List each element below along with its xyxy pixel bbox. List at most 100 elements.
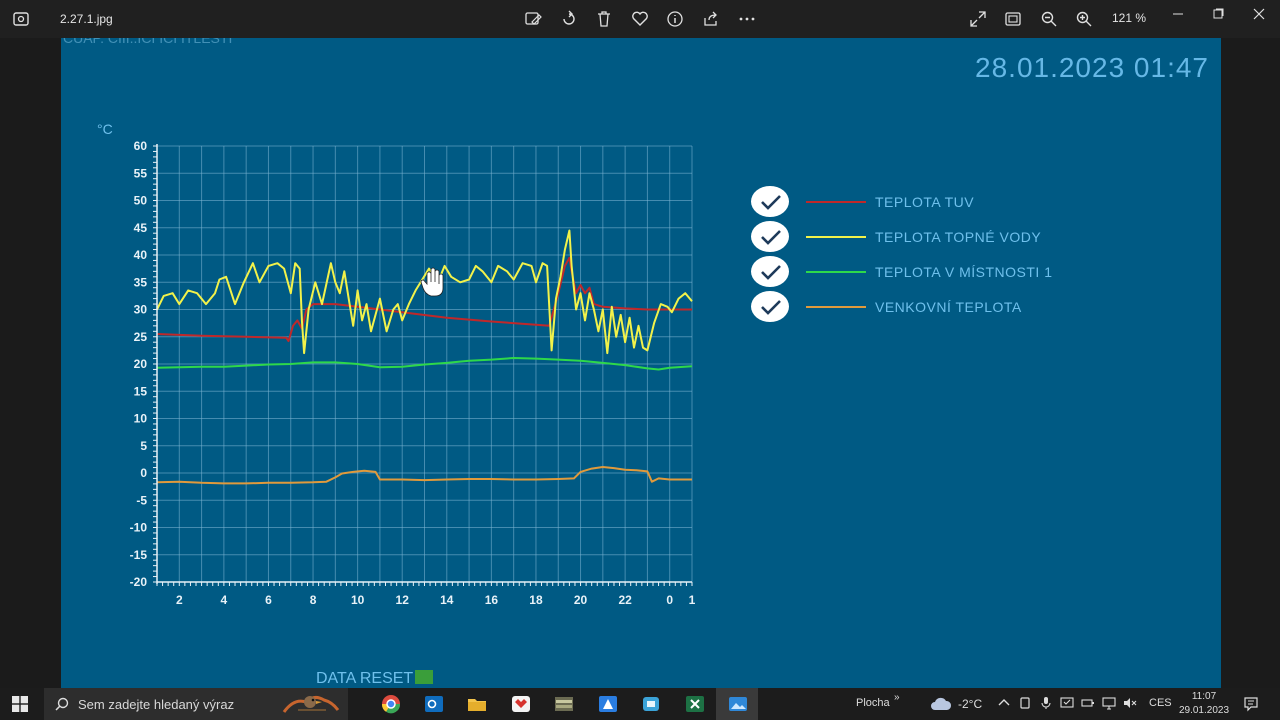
zoom-in-icon[interactable]: [1074, 9, 1094, 29]
chevron-right-icon[interactable]: »: [894, 692, 900, 703]
cloud-weather-icon[interactable]: [930, 696, 952, 712]
data-reset-label: DATA RESET: [316, 670, 414, 687]
checkmark-icon[interactable]: [751, 186, 789, 217]
app-cyan-icon[interactable]: [640, 694, 662, 714]
y-tick-label: 0: [140, 466, 147, 480]
taskbar: Sem zadejte hledaný výraz Plocha » -2°C: [0, 688, 1280, 720]
x-tick-label: 22: [618, 593, 632, 607]
edit-image-icon[interactable]: [523, 9, 543, 29]
title-bar: 2.27.1.jpg 121 %: [0, 0, 1280, 38]
photos-app-icon[interactable]: [12, 10, 30, 28]
legend-swatch: [806, 271, 866, 273]
microphone-icon[interactable]: [1039, 696, 1053, 710]
legend-item-mistnost-1[interactable]: TEPLOTA V MÍSTNOSTI 1: [751, 254, 1151, 289]
ethernet-icon[interactable]: [1102, 696, 1116, 710]
x-tick-label: 18: [529, 593, 543, 607]
data-reset-button[interactable]: DATA RESET: [316, 670, 434, 688]
x-tick-label: 12: [396, 593, 410, 607]
checkmark-icon[interactable]: [751, 291, 789, 322]
speaker-muted-icon[interactable]: [1123, 696, 1137, 710]
y-tick-label: 50: [134, 194, 148, 208]
clock-date: 29.01.2023: [1178, 705, 1230, 716]
x-tick-label: 10: [351, 593, 365, 607]
x-tick-label: 6: [265, 593, 272, 607]
desktop-toolbar-label[interactable]: Plocha: [856, 697, 890, 709]
search-icon: [55, 697, 69, 711]
more-options-icon[interactable]: [737, 9, 757, 29]
rotate-icon[interactable]: [559, 9, 579, 29]
delete-icon[interactable]: [594, 9, 614, 29]
minimize-icon[interactable]: [1168, 6, 1188, 26]
outlook-icon[interactable]: [423, 694, 445, 714]
y-tick-label: 55: [134, 166, 148, 180]
legend-item-venkovni[interactable]: VENKOVNÍ TEPLOTA: [751, 289, 1151, 324]
chart-legend: TEPLOTA TUV TEPLOTA TOPNÉ VODY TEPLOTA V…: [751, 184, 1151, 324]
weather-temperature[interactable]: -2°C: [958, 697, 982, 711]
legend-item-tuv[interactable]: TEPLOTA TUV: [751, 184, 1151, 219]
y-tick-label: -5: [136, 493, 147, 507]
y-tick-label: 30: [134, 303, 148, 317]
y-tick-label: -10: [130, 521, 148, 535]
y-tick-label: 15: [134, 384, 148, 398]
y-tick-label: 25: [134, 330, 148, 344]
temperature-chart: 605550454035302520151050-5-10-15-202 4 6 8 1…: [97, 121, 696, 607]
y-tick-label: 35: [134, 275, 148, 289]
x-tick-label: 2: [176, 593, 183, 607]
legend-swatch: [806, 306, 866, 308]
zoom-level[interactable]: 121 %: [1112, 11, 1146, 25]
legend-label: VENKOVNÍ TEPLOTA: [875, 299, 1022, 315]
x-tick-label: 8: [310, 593, 317, 607]
fullscreen-icon[interactable]: [968, 9, 988, 29]
notifications-icon[interactable]: [1243, 696, 1259, 712]
y-tick-label: 40: [134, 248, 148, 262]
device-icon[interactable]: [1018, 696, 1032, 710]
battery-icon[interactable]: [1081, 696, 1095, 710]
displayed-photo: CUAP. CIII..ICI ICI ITLESTI 28.01.2023 0…: [61, 38, 1221, 688]
app-blue-icon[interactable]: [597, 694, 619, 714]
chevron-up-icon[interactable]: [997, 696, 1011, 710]
y-tick-label: 5: [140, 439, 147, 453]
file-name: 2.27.1.jpg: [60, 12, 113, 26]
legend-swatch: [806, 201, 866, 203]
checkmark-icon[interactable]: [751, 256, 789, 287]
chrome-icon[interactable]: [380, 694, 402, 714]
x-tick-label: 14: [440, 593, 454, 607]
x-tick-label: 4: [221, 593, 228, 607]
fit-to-window-icon[interactable]: [1003, 9, 1023, 29]
app-red-icon[interactable]: [510, 694, 532, 714]
windows-start-icon[interactable]: [12, 696, 28, 712]
network-status-icon[interactable]: [1060, 696, 1074, 710]
y-tick-label: 45: [134, 221, 148, 235]
y-tick-label: 10: [134, 412, 148, 426]
y-tick-label: -15: [130, 548, 148, 562]
legend-label: TEPLOTA V MÍSTNOSTI 1: [875, 264, 1053, 280]
input-language[interactable]: CES: [1149, 697, 1172, 709]
clock-time: 11:07: [1191, 691, 1217, 702]
app-window-icon[interactable]: [553, 694, 575, 714]
share-icon[interactable]: [701, 9, 721, 29]
file-explorer-icon[interactable]: [466, 694, 488, 714]
excel-icon[interactable]: [684, 694, 706, 714]
search-highlight-bird-icon: [282, 695, 340, 713]
x-tick-label: 20: [574, 593, 588, 607]
maximize-icon[interactable]: [1208, 6, 1228, 26]
favorite-icon[interactable]: [630, 9, 650, 29]
legend-swatch: [806, 236, 866, 238]
taskbar-search[interactable]: Sem zadejte hledaný výraz: [44, 688, 348, 720]
legend-item-topne-vody[interactable]: TEPLOTA TOPNÉ VODY: [751, 219, 1151, 254]
system-clock[interactable]: 11:07 29.01.2023: [1176, 690, 1232, 718]
x-tick-label: 1: [689, 593, 696, 607]
checkmark-icon[interactable]: [751, 221, 789, 252]
zoom-out-icon[interactable]: [1039, 9, 1059, 29]
y-axis-label: °C: [97, 121, 113, 137]
reset-indicator: [415, 670, 434, 684]
legend-label: TEPLOTA TUV: [875, 194, 975, 210]
y-tick-label: 20: [134, 357, 148, 371]
x-tick-label: 0: [666, 593, 673, 607]
legend-label: TEPLOTA TOPNÉ VODY: [875, 229, 1042, 245]
x-tick-label: 16: [485, 593, 499, 607]
info-icon[interactable]: [665, 9, 685, 29]
photos-taskbar-icon[interactable]: [727, 694, 749, 714]
close-icon[interactable]: [1249, 6, 1269, 26]
image-viewer[interactable]: CUAP. CIII..ICI ICI ITLESTI 28.01.2023 0…: [0, 38, 1280, 688]
